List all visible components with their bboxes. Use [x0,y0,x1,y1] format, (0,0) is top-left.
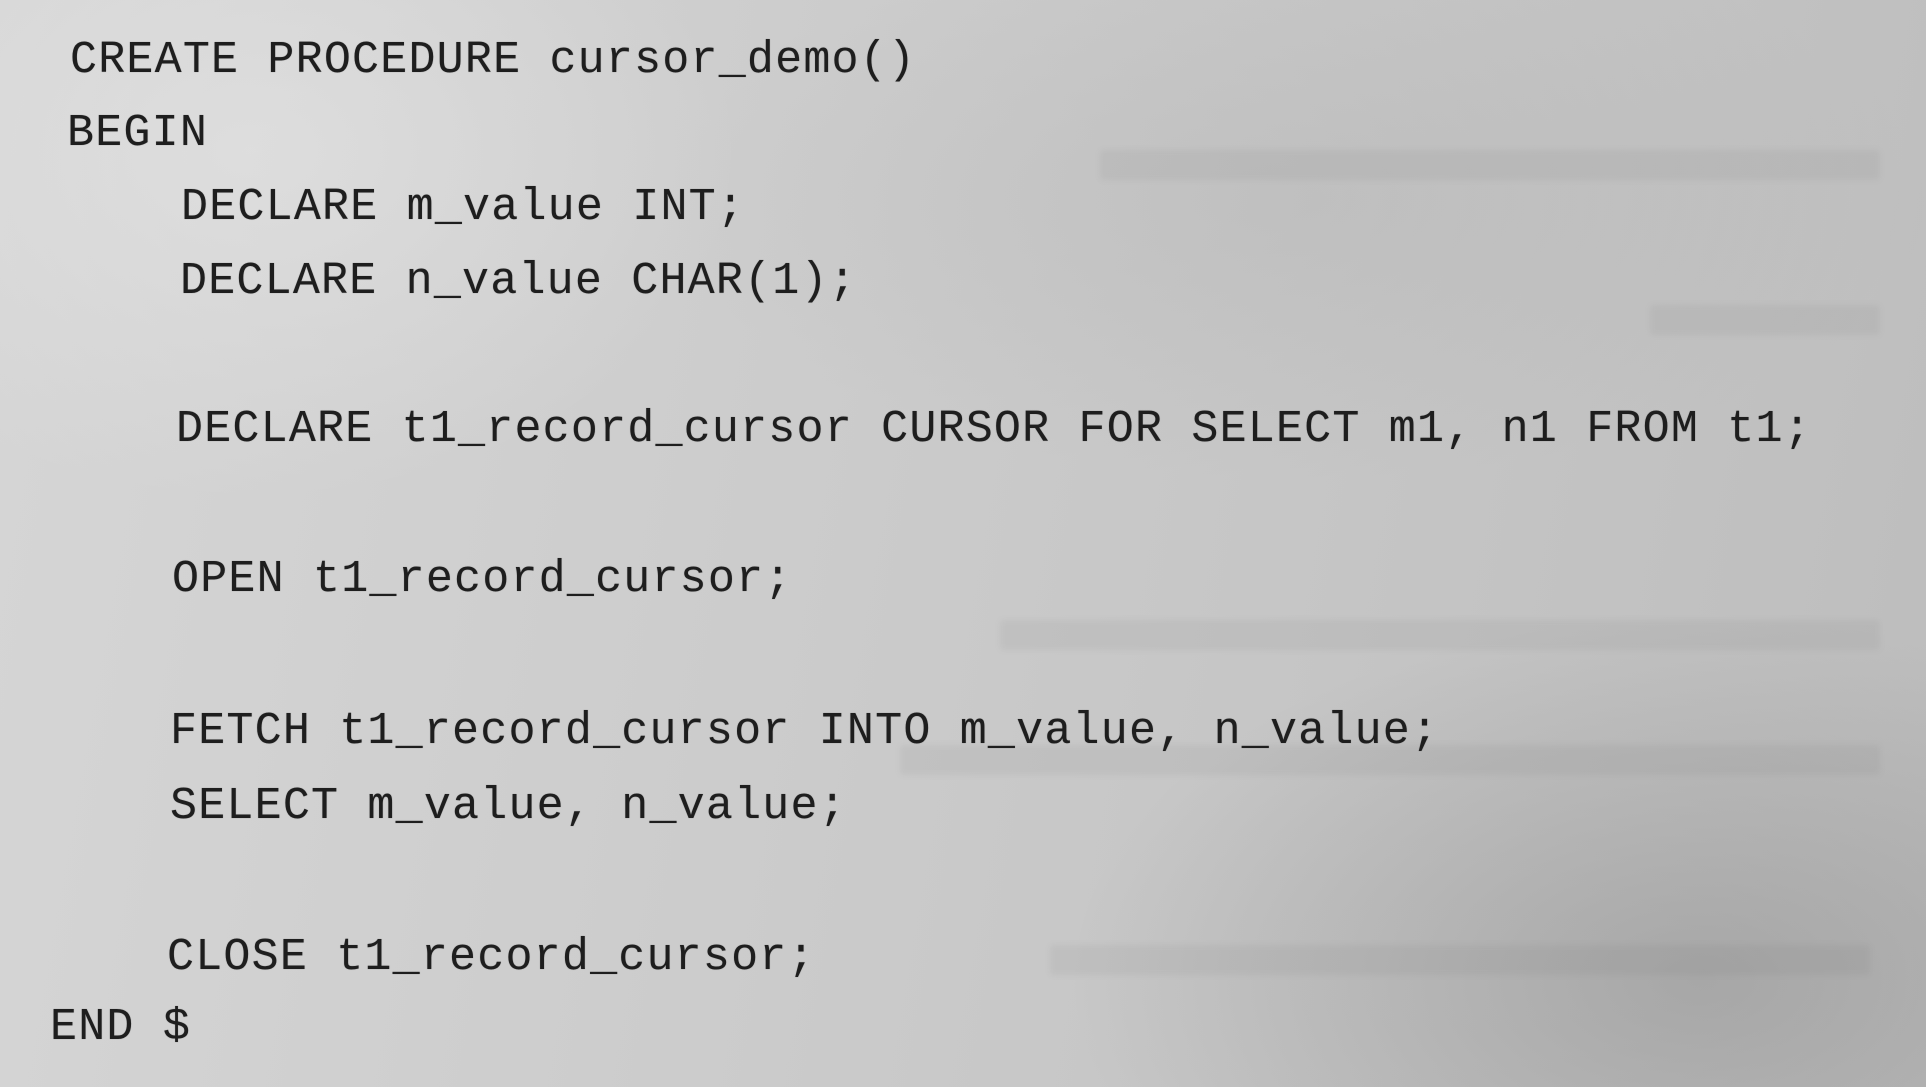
code-line: DECLARE m_value INT; [181,182,746,233]
code-line: END $ [50,1002,192,1053]
code-line: BEGIN [67,108,209,159]
code-line: DECLARE t1_record_cursor CURSOR FOR SELE… [176,404,1812,455]
code-line: DECLARE n_value CHAR(1); [180,256,857,307]
code-line: SELECT m_value, n_value; [170,781,847,832]
code-line: CREATE PROCEDURE cursor_demo() [70,35,917,86]
code-listing: CREATE PROCEDURE cursor_demo() BEGIN DEC… [0,0,1926,1087]
code-line: OPEN t1_record_cursor; [172,554,793,605]
code-line: FETCH t1_record_cursor INTO m_value, n_v… [170,706,1440,757]
code-line: CLOSE t1_record_cursor; [167,932,816,983]
